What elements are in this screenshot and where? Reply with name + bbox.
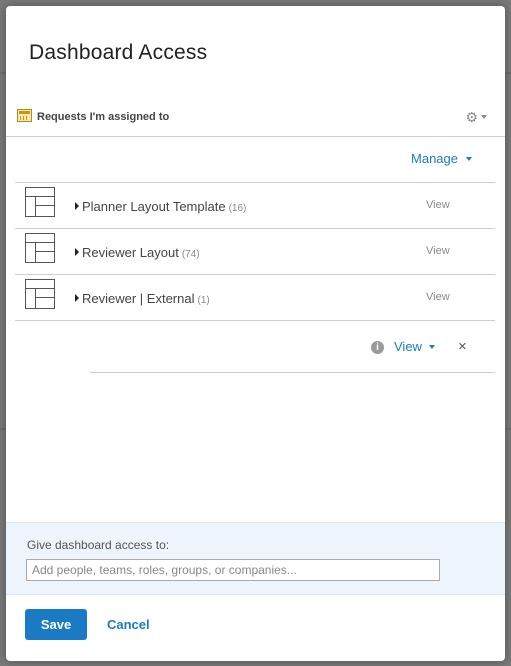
grant-access-input[interactable]	[26, 559, 440, 581]
layout-list: Planner Layout Template (16) View Reviewe…	[15, 182, 495, 321]
gear-icon: ⚙	[465, 109, 478, 125]
layout-count: (74)	[181, 249, 200, 260]
close-icon[interactable]: ×	[458, 339, 467, 354]
layout-count: (1)	[197, 295, 210, 306]
cancel-button[interactable]: Cancel	[107, 617, 150, 632]
dashboard-access-dialog: Dashboard Access Requests I'm assigned t…	[6, 6, 505, 661]
layout-row: Planner Layout Template (16) View	[15, 183, 495, 229]
expand-arrow-icon[interactable]	[75, 294, 79, 302]
manage-dropdown[interactable]: Manage	[411, 151, 472, 166]
layout-thumbnail-icon	[25, 233, 55, 263]
chevron-down-icon	[466, 156, 472, 161]
layout-view-link[interactable]: View	[426, 245, 450, 257]
permission-label: View	[394, 339, 422, 354]
report-icon	[17, 109, 32, 122]
dialog-title: Dashboard Access	[29, 41, 208, 64]
grant-label: Give dashboard access to:	[27, 538, 170, 552]
layout-row: Reviewer Layout (74) View	[15, 229, 495, 275]
panel-header: Requests I'm assigned to ⚙	[6, 104, 505, 137]
layout-view-link[interactable]: View	[426, 291, 450, 303]
layout-row: Reviewer | External (1) View	[15, 275, 495, 321]
layout-name[interactable]: Reviewer | External (1)	[82, 291, 210, 306]
chevron-down-icon	[428, 344, 435, 349]
panel-settings-menu[interactable]: ⚙	[465, 107, 487, 127]
panel-title: Requests I'm assigned to	[37, 111, 170, 123]
layout-thumbnail-icon	[25, 187, 55, 217]
permission-select[interactable]: View	[394, 339, 435, 354]
manage-label: Manage	[411, 151, 458, 166]
layout-thumbnail-icon	[25, 279, 55, 309]
info-icon[interactable]: i	[371, 341, 384, 354]
save-button[interactable]: Save	[25, 609, 87, 640]
chevron-down-icon	[481, 115, 487, 119]
layout-count: (16)	[228, 203, 247, 214]
expand-arrow-icon[interactable]	[75, 248, 79, 256]
layout-name[interactable]: Reviewer Layout (74)	[82, 245, 200, 260]
layout-name[interactable]: Planner Layout Template (16)	[82, 199, 246, 214]
new-access-entry: i View ×	[90, 326, 495, 373]
layout-view-link[interactable]: View	[426, 199, 450, 211]
grant-access-section: Give dashboard access to:	[6, 522, 505, 595]
expand-arrow-icon[interactable]	[75, 202, 79, 210]
